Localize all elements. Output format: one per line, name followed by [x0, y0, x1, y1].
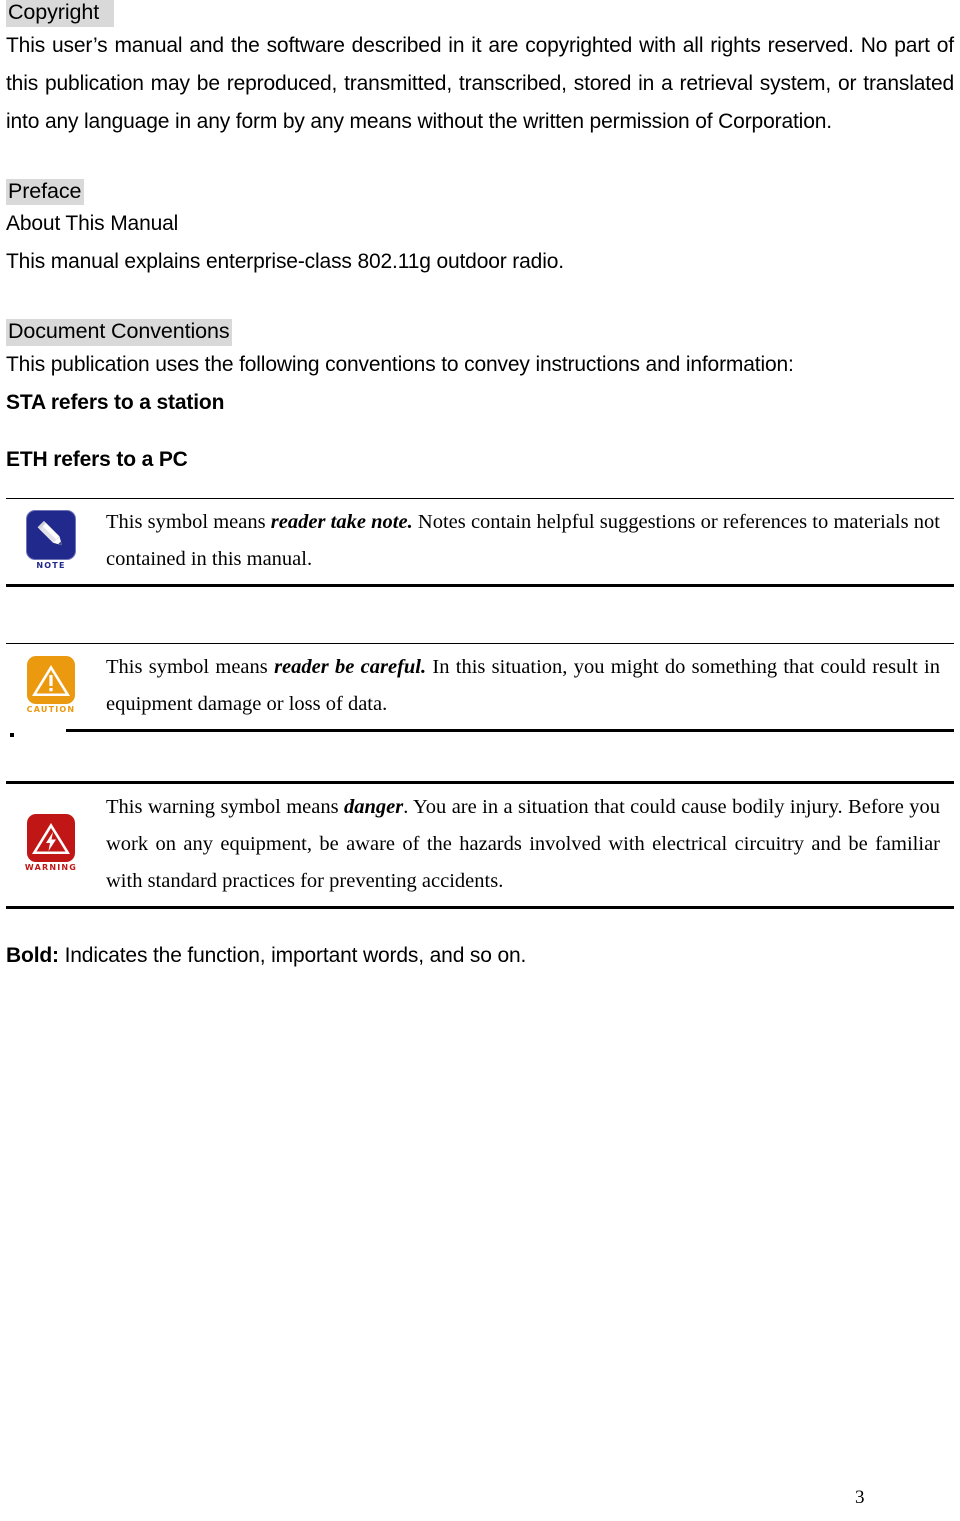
caution-bottom-rule: [66, 728, 954, 732]
note-notice-table: NOTE This symbol means reader take note.…: [6, 497, 954, 587]
note-text-cell: This symbol means reader take note. Note…: [96, 498, 954, 585]
preface-heading-row: Preface: [6, 178, 954, 205]
caution-bottom-rule-wrap: [6, 728, 954, 739]
caution-icon-cell: CAUTION: [6, 643, 96, 729]
warning-text-cell: This warning symbol means danger. You ar…: [96, 782, 954, 907]
sta-definition-line: STA refers to a station: [6, 390, 225, 414]
caution-emphasis: reader be careful.: [274, 655, 427, 678]
warning-text-before: This warning symbol means: [106, 795, 345, 818]
preface-description-line: This manual explains enterprise-class 80…: [6, 250, 564, 273]
copyright-heading: Copyright: [6, 0, 114, 27]
document-conventions-heading: Document Conventions: [6, 319, 233, 346]
page-number: 3: [855, 1487, 865, 1508]
note-icon-cell: NOTE: [6, 498, 96, 585]
conventions-heading-row: Document Conventions: [6, 319, 954, 346]
warning-notice-table: WARNING This warning symbol means danger…: [6, 780, 954, 909]
warning-lightning-icon: [27, 814, 75, 862]
table-row: WARNING This warning symbol means danger…: [6, 782, 954, 907]
pencil-note-icon: [26, 509, 76, 560]
note-badge-label: NOTE: [36, 560, 66, 570]
bold-convention-line: Bold: Indicates the function, important …: [6, 937, 954, 975]
stray-period-mark: [10, 732, 14, 737]
caution-badge: CAUTION: [23, 655, 79, 714]
caution-text-cell: This symbol means reader be careful. In …: [96, 643, 954, 729]
warning-badge: WARNING: [23, 814, 79, 872]
note-badge: NOTE: [23, 509, 79, 570]
caution-text-before: This symbol means: [106, 655, 275, 678]
preface-heading: Preface: [6, 178, 85, 205]
conventions-intro-line: This publication uses the following conv…: [6, 352, 794, 376]
table-row: CAUTION This symbol means reader be care…: [6, 643, 954, 729]
warning-badge-label: WARNING: [24, 863, 78, 872]
caution-badge-label: CAUTION: [26, 704, 76, 714]
copyright-paragraph: This user’s manual and the software desc…: [6, 33, 954, 133]
eth-definition-line: ETH refers to a PC: [6, 447, 188, 471]
warning-emphasis: danger: [344, 795, 404, 818]
document-page: Copyright This user’s manual and the sof…: [0, 0, 960, 1521]
bold-convention-text: Indicates the function, important words,…: [58, 943, 527, 967]
table-row: NOTE This symbol means reader take note.…: [6, 498, 954, 585]
caution-notice-table: CAUTION This symbol means reader be care…: [6, 642, 954, 729]
note-emphasis: reader take note.: [270, 510, 413, 533]
note-text-before: This symbol means: [106, 510, 271, 533]
warning-icon-cell: WARNING: [6, 782, 96, 907]
caution-triangle-icon: [27, 655, 75, 704]
copyright-heading-row: Copyright: [6, 0, 954, 27]
preface-about-line: About This Manual: [6, 212, 179, 235]
bold-convention-label: Bold:: [6, 943, 59, 967]
